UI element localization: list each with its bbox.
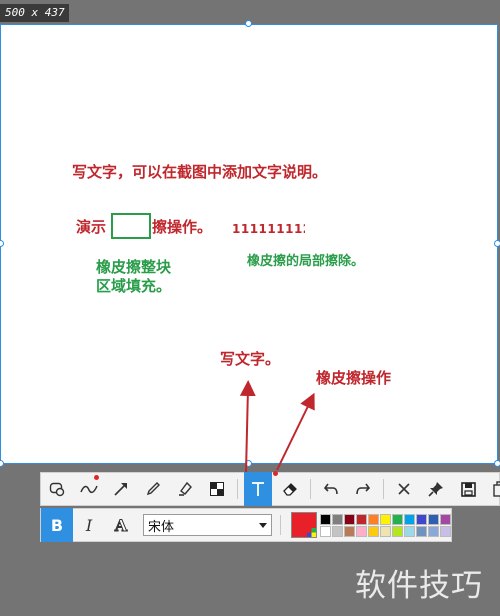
color-palette <box>320 513 451 537</box>
cancel-button[interactable] <box>388 473 420 505</box>
pin-button[interactable] <box>420 473 452 505</box>
color-swatch[interactable] <box>416 513 427 525</box>
copy-icon <box>492 481 500 497</box>
color-swatch[interactable] <box>344 513 355 525</box>
color-swatch[interactable] <box>332 525 343 537</box>
color-swatch[interactable] <box>320 513 331 525</box>
color-swatch[interactable] <box>380 525 391 537</box>
active-dot <box>94 475 99 480</box>
annotation-toolbar <box>40 471 500 506</box>
color-swatch[interactable] <box>440 525 451 537</box>
color-swatch[interactable] <box>392 525 403 537</box>
outline-button[interactable]: A <box>105 508 137 542</box>
bold-button[interactable]: B <box>41 508 73 542</box>
text-tool-button[interactable] <box>244 471 278 506</box>
toolbar-separator <box>237 479 238 499</box>
text-icon <box>252 482 264 496</box>
wave-icon <box>80 485 98 494</box>
eraser-icon <box>283 483 297 496</box>
color-swatch[interactable] <box>428 525 439 537</box>
font-select[interactable]: 宋体 <box>143 514 272 536</box>
color-swatch[interactable] <box>332 513 343 525</box>
toolbar-separator <box>280 515 281 535</box>
pin-icon <box>428 482 443 497</box>
color-picker-icon <box>307 528 316 537</box>
color-swatch[interactable] <box>344 525 355 537</box>
redo-icon <box>356 483 371 495</box>
color-swatch[interactable] <box>320 525 331 537</box>
copy-button[interactable] <box>484 473 500 505</box>
mosaic-icon <box>210 482 224 496</box>
undo-icon <box>323 483 338 495</box>
pen-tool-button[interactable] <box>137 473 169 505</box>
mosaic-tool-button[interactable] <box>201 473 233 505</box>
arrow-icon <box>114 483 127 496</box>
arrow-to-eraser-tool <box>276 392 315 471</box>
toolbar-separator <box>383 479 384 499</box>
save-button[interactable] <box>452 473 484 505</box>
undo-button[interactable] <box>315 473 347 505</box>
eraser-tool-button[interactable] <box>274 473 306 505</box>
chevron-down-icon <box>259 522 267 528</box>
color-swatch[interactable] <box>368 525 379 537</box>
shape-icon <box>49 482 65 497</box>
italic-button[interactable]: I <box>73 508 105 542</box>
color-swatch[interactable] <box>356 513 367 525</box>
color-swatch[interactable] <box>368 513 379 525</box>
arrow-tool-button[interactable] <box>105 473 137 505</box>
marker-tool-button[interactable] <box>169 473 201 505</box>
color-swatch[interactable] <box>428 513 439 525</box>
color-swatch[interactable] <box>404 525 415 537</box>
freehand-tool-button[interactable] <box>73 473 105 505</box>
current-color-swatch[interactable] <box>291 512 317 538</box>
pen-icon <box>146 482 160 496</box>
toolbar-separator <box>310 479 311 499</box>
arrow-to-text-tool <box>239 380 256 473</box>
color-swatch[interactable] <box>404 513 415 525</box>
color-swatch[interactable] <box>380 513 391 525</box>
font-select-value: 宋体 <box>148 519 175 535</box>
color-swatch[interactable] <box>440 513 451 525</box>
shape-tool-button[interactable] <box>41 473 73 505</box>
redo-button[interactable] <box>347 473 379 505</box>
save-icon <box>460 481 476 497</box>
watermark-text: 软件技巧 <box>355 568 483 604</box>
text-options-bar: B I A 宋体 <box>40 508 452 542</box>
marker-icon <box>179 481 192 496</box>
color-swatch[interactable] <box>356 525 367 537</box>
color-swatch[interactable] <box>416 525 427 537</box>
color-swatch[interactable] <box>392 513 403 525</box>
close-icon <box>398 483 410 495</box>
